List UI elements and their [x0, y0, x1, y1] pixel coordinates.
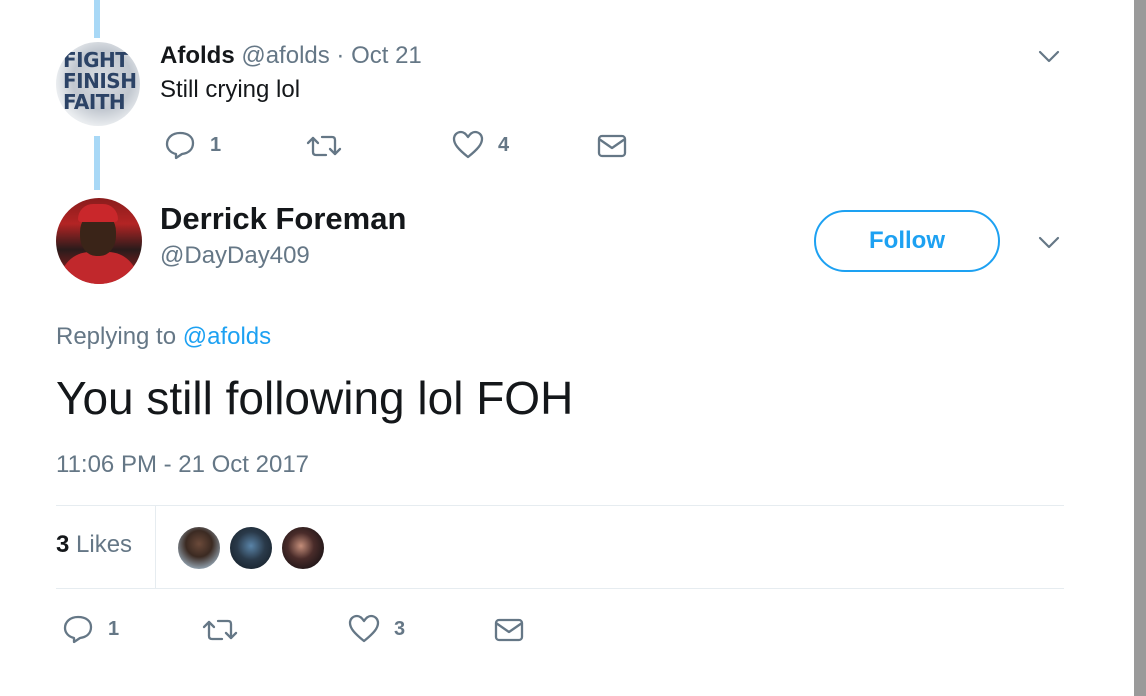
- thread-connector-line: [94, 136, 100, 190]
- parent-tweet-text: Still crying lol: [160, 76, 301, 103]
- retweet-icon: [306, 135, 342, 157]
- parent-like-count: 4: [498, 133, 510, 156]
- main-author-name[interactable]: Derrick Foreman: [160, 201, 406, 237]
- divider: [56, 505, 1064, 506]
- likes-label: Likes: [69, 531, 133, 558]
- main-avatar[interactable]: [56, 198, 142, 284]
- replying-to-handle-link[interactable]: @afolds: [183, 323, 271, 350]
- main-reply-button[interactable]: 1: [62, 614, 119, 644]
- parent-retweet-button[interactable]: [306, 132, 342, 160]
- divider: [56, 588, 1064, 589]
- main-tweet-text: You still following lol FOH: [56, 372, 574, 424]
- parent-avatar-logo-text: FIGHT FINISH FAITH: [63, 48, 137, 114]
- thread-connector-line: [94, 0, 100, 38]
- reply-icon: [165, 131, 195, 160]
- avatar-cap-shape: [78, 204, 118, 222]
- main-like-button[interactable]: 3: [348, 614, 405, 644]
- main-message-button[interactable]: [494, 618, 524, 642]
- parent-tweet-header: Afolds @afolds · Oct 21: [160, 41, 422, 71]
- follow-button[interactable]: Follow: [814, 210, 1000, 272]
- like-icon: [452, 130, 484, 159]
- divider: [155, 506, 156, 588]
- parent-tweet-date[interactable]: Oct 21: [351, 42, 422, 69]
- parent-avatar[interactable]: FIGHT FINISH FAITH: [56, 42, 140, 126]
- chevron-down-icon[interactable]: [1037, 230, 1061, 254]
- tweet-page: FIGHT FINISH FAITH Afolds @afolds · Oct …: [0, 0, 1146, 696]
- liker-avatar[interactable]: [281, 526, 325, 570]
- main-tweet-timestamp[interactable]: 11:06 PM - 21 Oct 2017: [56, 450, 309, 480]
- reply-icon: [63, 615, 93, 644]
- likes-count: 3: [56, 531, 70, 558]
- replying-to-prefix: Replying to: [56, 323, 183, 350]
- message-icon: [597, 134, 627, 158]
- likes-stat[interactable]: 3 Likes: [56, 530, 132, 560]
- parent-author-handle[interactable]: @afolds: [241, 42, 329, 69]
- message-icon: [494, 618, 524, 642]
- replying-to: Replying to @afolds: [56, 322, 271, 352]
- window-edge-scrollbar[interactable]: [1134, 0, 1146, 696]
- parent-reply-count: 1: [210, 133, 222, 156]
- chevron-down-icon[interactable]: [1037, 44, 1061, 68]
- parent-reply-button[interactable]: 1: [164, 130, 221, 160]
- retweet-icon: [202, 619, 238, 641]
- liker-avatar[interactable]: [177, 526, 221, 570]
- main-reply-count: 1: [108, 617, 120, 640]
- main-author-handle[interactable]: @DayDay409: [160, 241, 310, 271]
- parent-like-button[interactable]: 4: [452, 130, 509, 160]
- main-retweet-button[interactable]: [202, 616, 238, 644]
- liker-avatar[interactable]: [229, 526, 273, 570]
- like-icon: [348, 614, 380, 643]
- main-like-count: 3: [394, 617, 406, 640]
- avatar-jersey-shape: [60, 252, 138, 284]
- header-separator: ·: [329, 42, 352, 69]
- parent-author-name[interactable]: Afolds: [160, 42, 235, 69]
- parent-message-button[interactable]: [597, 134, 627, 158]
